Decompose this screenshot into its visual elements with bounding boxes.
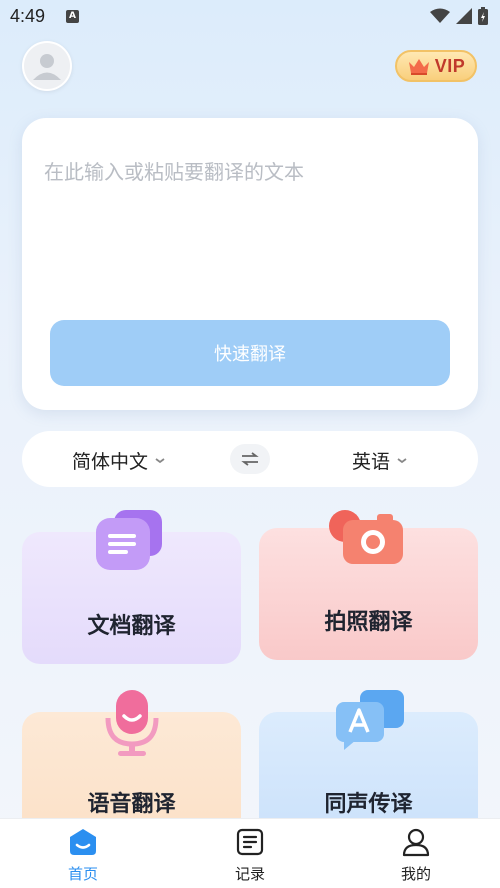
home-icon (70, 829, 96, 855)
vip-button[interactable]: VIP (395, 50, 477, 82)
target-language-label: 英语 (352, 451, 391, 473)
vip-label: VIP (434, 55, 466, 76)
chevron-down-icon (155, 457, 165, 463)
source-language-label: 简体中文 (72, 451, 149, 473)
swap-languages-button[interactable] (230, 444, 270, 474)
photo-translate-label: 拍照翻译 (324, 610, 413, 635)
status-time: 4:49 (10, 6, 46, 26)
microphone-icon (105, 690, 159, 756)
user-avatar-icon (24, 43, 70, 89)
bottom-tab-bar: 首页 记录 我的 (0, 818, 500, 888)
avatar[interactable] (22, 41, 72, 91)
source-language-dropdown[interactable]: 简体中文 (72, 447, 166, 474)
crown-icon (408, 59, 429, 75)
records-icon (236, 828, 264, 856)
profile-icon (402, 828, 430, 857)
swap-icon (241, 452, 259, 466)
tab-profile-label: 我的 (400, 865, 431, 883)
quick-translate-label: 快速翻译 (214, 344, 286, 365)
notification-icon: A (66, 10, 79, 23)
chat-translate-icon (336, 690, 404, 750)
document-translate-label: 文档翻译 (87, 614, 176, 639)
status-bar: 4:49 A (0, 0, 500, 34)
battery-icon (478, 7, 488, 25)
quick-translate-button[interactable]: 快速翻译 (50, 320, 450, 386)
voice-translate-label: 语音翻译 (87, 792, 176, 817)
tab-home-label: 首页 (67, 865, 98, 883)
wifi-icon (430, 8, 450, 23)
chevron-down-icon (397, 457, 407, 463)
text-input-placeholder[interactable]: 在此输入或粘贴要翻译的文本 (44, 156, 304, 185)
language-selector: 简体中文 英语 (22, 431, 478, 487)
tab-home[interactable]: 首页 (43, 827, 123, 884)
tab-records-label: 记录 (234, 865, 265, 883)
signal-icon (456, 8, 472, 24)
camera-icon (329, 510, 403, 564)
tab-profile[interactable]: 我的 (376, 827, 456, 884)
document-icon (96, 510, 162, 570)
status-icons (430, 7, 488, 25)
target-language-dropdown[interactable]: 英语 (352, 447, 408, 474)
tab-records[interactable]: 记录 (210, 827, 290, 884)
simultaneous-interpretation-label: 同声传译 (324, 792, 413, 817)
text-input-card[interactable]: 在此输入或粘贴要翻译的文本 快速翻译 (22, 118, 478, 410)
